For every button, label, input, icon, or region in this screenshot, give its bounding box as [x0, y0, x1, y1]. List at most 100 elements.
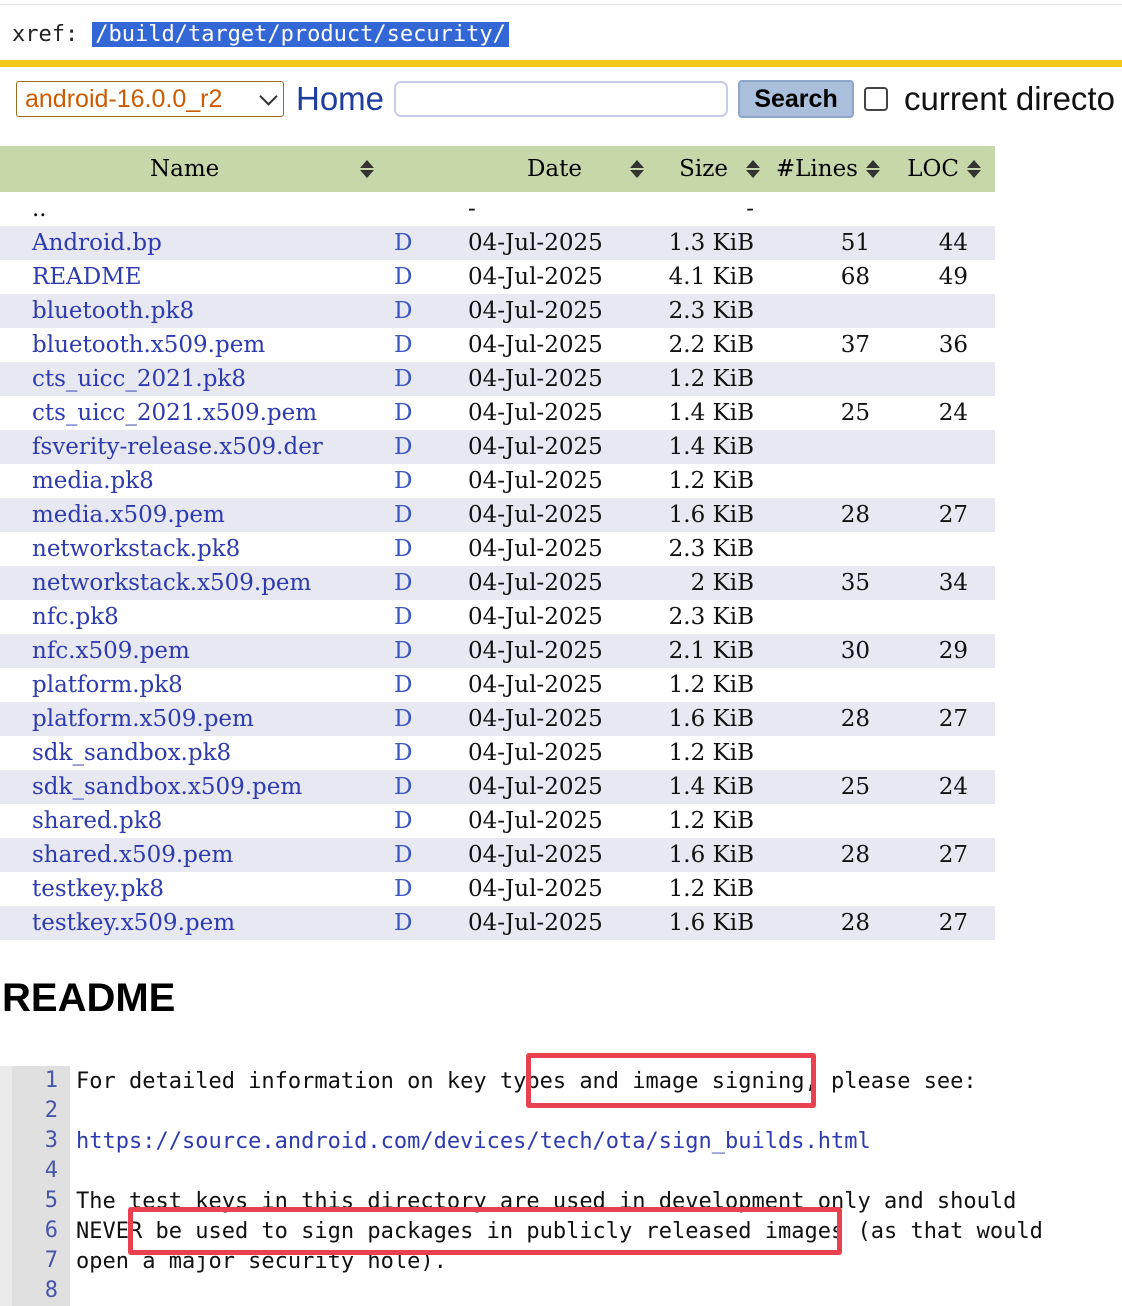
file-loc: 27	[886, 906, 995, 940]
file-size: 1.6 KiB	[654, 702, 766, 736]
file-size: 1.2 KiB	[668, 876, 754, 902]
file-loc	[886, 430, 995, 464]
table-row: testkey.pk8 D 04-Jul-2025 1.2 KiB	[0, 872, 995, 906]
file-name-link[interactable]: bluetooth.pk8	[0, 294, 388, 328]
file-name-link[interactable]: fsverity-release.x509.der	[0, 430, 388, 464]
download-link[interactable]: D	[388, 396, 468, 430]
file-name-link[interactable]: sdk_sandbox.x509.pem	[0, 770, 388, 804]
file-name-link[interactable]: shared.pk8	[0, 804, 388, 838]
code-line: 3 https://source.android.com/devices/tech…	[0, 1126, 1122, 1156]
xref-path-selected[interactable]: /build/target/product/security/	[92, 21, 509, 47]
line-number[interactable]: 8	[12, 1276, 70, 1306]
download-link[interactable]: D	[388, 838, 468, 872]
home-link[interactable]: Home	[296, 80, 384, 118]
table-row: cts_uicc_2021.pk8 D 04-Jul-2025 1.2 KiB	[0, 362, 995, 396]
download-link[interactable]: D	[388, 226, 468, 260]
branch-select[interactable]: android-16.0.0_r2	[16, 81, 284, 117]
sort-icon[interactable]	[630, 159, 644, 179]
file-loc	[886, 804, 995, 838]
col-header-name[interactable]: Name	[0, 146, 388, 192]
file-size: 2.3 KiB	[668, 536, 754, 562]
download-link[interactable]: D	[388, 328, 468, 362]
parent-dir-link[interactable]: ..	[0, 192, 388, 226]
line-number[interactable]: 7	[12, 1246, 70, 1276]
file-date: 04-Jul-2025	[468, 566, 654, 600]
line-number[interactable]: 1	[12, 1066, 70, 1096]
line-number[interactable]: 2	[12, 1096, 70, 1126]
table-row: networkstack.x509.pem D 04-Jul-2025 2 KiB 35…	[0, 566, 995, 600]
sort-icon[interactable]	[866, 159, 880, 179]
file-name-link[interactable]: sdk_sandbox.pk8	[0, 736, 388, 770]
file-name-link[interactable]: Android.bp	[0, 226, 388, 260]
file-loc	[886, 294, 995, 328]
line-number[interactable]: 3	[12, 1126, 70, 1156]
col-header-size[interactable]: Size	[654, 146, 766, 192]
table-row: shared.x509.pem D 04-Jul-2025 1.6 KiB 28 27	[0, 838, 995, 872]
col-header-date[interactable]: Date	[468, 146, 654, 192]
file-loc: 44	[886, 226, 995, 260]
line-number[interactable]: 4	[12, 1156, 70, 1186]
file-name-link[interactable]: networkstack.x509.pem	[0, 566, 388, 600]
download-link[interactable]: D	[388, 770, 468, 804]
line-number[interactable]: 6	[12, 1216, 70, 1246]
download-link[interactable]: D	[388, 600, 468, 634]
file-name-link[interactable]: testkey.pk8	[0, 872, 388, 906]
file-name-link[interactable]: nfc.pk8	[0, 600, 388, 634]
file-name-link[interactable]: README	[0, 260, 388, 294]
col-header-lines[interactable]: #Lines	[766, 146, 886, 192]
download-link[interactable]: D	[388, 532, 468, 566]
search-toolbar: android-16.0.0_r2 Home Search current di…	[16, 78, 1115, 120]
col-header-loc[interactable]: LOC	[886, 146, 995, 192]
download-link[interactable]: D	[388, 634, 468, 668]
file-lines	[766, 362, 886, 396]
file-size: 4.1 KiB	[668, 264, 754, 290]
file-name-link[interactable]: nfc.x509.pem	[0, 634, 388, 668]
table-row: media.x509.pem D 04-Jul-2025 1.6 KiB 28 27	[0, 498, 995, 532]
search-button[interactable]: Search	[738, 80, 855, 118]
current-directory-checkbox[interactable]	[864, 87, 889, 111]
download-link[interactable]: D	[388, 736, 468, 770]
file-name-link[interactable]: testkey.x509.pem	[0, 906, 388, 940]
file-loc	[886, 532, 995, 566]
file-name-link[interactable]: networkstack.pk8	[0, 532, 388, 566]
file-lines: 28	[766, 702, 886, 736]
file-name-link[interactable]: bluetooth.x509.pem	[0, 328, 388, 362]
sort-icon[interactable]	[360, 159, 374, 179]
file-name-link[interactable]: platform.pk8	[0, 668, 388, 702]
file-loc: 34	[886, 566, 995, 600]
download-link[interactable]: D	[388, 260, 468, 294]
file-name-link[interactable]: cts_uicc_2021.x509.pem	[0, 396, 388, 430]
download-link[interactable]: D	[388, 804, 468, 838]
gutter-margin	[0, 1246, 12, 1276]
code-text: https://source.android.com/devices/tech/…	[70, 1129, 871, 1154]
file-name-link[interactable]: shared.x509.pem	[0, 838, 388, 872]
download-link[interactable]: D	[388, 872, 468, 906]
file-name-link[interactable]: cts_uicc_2021.pk8	[0, 362, 388, 396]
download-link[interactable]: D	[388, 464, 468, 498]
download-link[interactable]: D	[388, 294, 468, 328]
gutter-margin	[0, 1186, 12, 1216]
file-name-link[interactable]: media.pk8	[0, 464, 388, 498]
download-link[interactable]: D	[388, 498, 468, 532]
download-link[interactable]: D	[388, 906, 468, 940]
download-link[interactable]: D	[388, 430, 468, 464]
table-row: platform.pk8 D 04-Jul-2025 1.2 KiB	[0, 668, 995, 702]
file-name-link[interactable]: platform.x509.pem	[0, 702, 388, 736]
code-text: For detailed information on key types an…	[76, 1068, 977, 1094]
file-name-link[interactable]: media.x509.pem	[0, 498, 388, 532]
xref-label: xref:	[12, 21, 79, 47]
file-date: 04-Jul-2025	[468, 226, 654, 260]
line-number[interactable]: 5	[12, 1186, 70, 1216]
download-link[interactable]: D	[388, 566, 468, 600]
file-lines: 28	[766, 906, 886, 940]
search-input[interactable]	[394, 81, 729, 117]
file-size: 2.1 KiB	[654, 634, 766, 668]
download-link[interactable]: D	[388, 362, 468, 396]
readme-link[interactable]: https://source.android.com/devices/tech/…	[76, 1129, 871, 1154]
sort-icon[interactable]	[746, 159, 760, 179]
download-link[interactable]: D	[388, 702, 468, 736]
table-row: networkstack.pk8 D 04-Jul-2025 2.3 KiB	[0, 532, 995, 566]
sort-icon[interactable]	[967, 159, 981, 179]
table-row: nfc.pk8 D 04-Jul-2025 2.3 KiB	[0, 600, 995, 634]
download-link[interactable]: D	[388, 668, 468, 702]
